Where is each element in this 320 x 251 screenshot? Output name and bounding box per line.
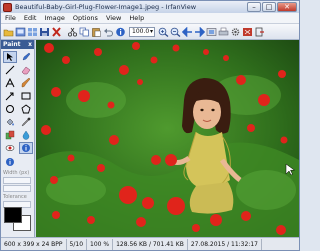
- title-bar[interactable]: Beautiful-Baby-Girl-Plug-Flower-Image1.j…: [1, 1, 299, 13]
- paint-info-icon[interactable]: [3, 156, 17, 168]
- about-icon[interactable]: [242, 26, 253, 37]
- menu-edit[interactable]: Edit: [20, 14, 41, 22]
- image-viewport[interactable]: [36, 40, 299, 237]
- brush-tool-icon[interactable]: [19, 77, 33, 89]
- status-zoom: 100 %: [87, 238, 114, 250]
- zoom-in-icon[interactable]: [158, 26, 169, 37]
- width-label: Width (px): [3, 170, 30, 176]
- polygon-tool-icon[interactable]: [19, 103, 33, 115]
- menu-image[interactable]: Image: [40, 14, 68, 22]
- menu-options[interactable]: Options: [69, 14, 102, 22]
- paint-close-icon[interactable]: x: [28, 40, 32, 49]
- tolerance-label: Tolerance: [3, 194, 27, 200]
- blur-tool-icon[interactable]: [19, 129, 33, 141]
- menu-view[interactable]: View: [102, 14, 125, 22]
- clone-tool-icon[interactable]: [3, 129, 17, 141]
- next-image-icon[interactable]: [194, 26, 205, 37]
- arrow-tool-icon[interactable]: [3, 90, 17, 102]
- info-tool-icon[interactable]: [19, 142, 33, 154]
- zoom-select[interactable]: 100.0: [129, 26, 155, 37]
- status-index: 5/10: [67, 238, 88, 250]
- status-filesize: 128.56 KB / 701.41 KB: [113, 238, 188, 250]
- text-tool-icon[interactable]: [3, 77, 17, 89]
- width-field[interactable]: [3, 177, 31, 184]
- status-datetime: 27.08.2015 / 11:32:17: [188, 238, 262, 250]
- pen-tool-icon[interactable]: [19, 51, 33, 63]
- status-dimensions: 600 x 399 x 24 BPP: [1, 238, 67, 250]
- paint-panel-header[interactable]: Paint x: [1, 40, 34, 49]
- menu-file[interactable]: File: [1, 14, 20, 22]
- undo-icon[interactable]: [103, 26, 114, 37]
- fill-tool-icon[interactable]: [3, 116, 17, 128]
- menu-help[interactable]: Help: [125, 14, 148, 22]
- red-eye-tool-icon[interactable]: [3, 142, 17, 154]
- toolbar: 100.0: [1, 24, 299, 40]
- settings-icon[interactable]: [230, 26, 241, 37]
- line-tool-icon[interactable]: [3, 64, 17, 76]
- copy-icon[interactable]: [79, 26, 90, 37]
- eraser-tool-icon[interactable]: [19, 64, 33, 76]
- foreground-color-swatch[interactable]: [4, 207, 22, 223]
- photo-baby-girl-with-flowers: [36, 40, 299, 237]
- cut-icon[interactable]: [67, 26, 78, 37]
- window-controls: – □ ✕: [247, 2, 297, 12]
- paste-icon[interactable]: [91, 26, 102, 37]
- minimize-button[interactable]: –: [247, 2, 261, 12]
- capture-icon[interactable]: [206, 26, 217, 37]
- save-icon[interactable]: [39, 26, 50, 37]
- window-title: Beautiful-Baby-Girl-Plug-Flower-Image1.j…: [15, 3, 197, 11]
- previous-image-icon[interactable]: [182, 26, 193, 37]
- slideshow-icon[interactable]: [15, 26, 26, 37]
- info-icon[interactable]: [115, 26, 126, 37]
- select-tool-icon[interactable]: [3, 51, 17, 63]
- width-slider[interactable]: [3, 185, 31, 192]
- close-button[interactable]: ✕: [277, 2, 297, 12]
- exit-icon[interactable]: [254, 26, 265, 37]
- maximize-button[interactable]: □: [262, 2, 276, 12]
- irfanview-window: Beautiful-Baby-Girl-Plug-Flower-Image1.j…: [0, 0, 300, 251]
- irfanview-app-icon: [3, 2, 12, 12]
- print-icon[interactable]: [218, 26, 229, 37]
- paint-panel: Paint x Width (px) Tolerance: [1, 40, 35, 237]
- paint-tools: [1, 49, 34, 156]
- menu-bar: File Edit Image Options View Help: [1, 13, 299, 24]
- delete-icon[interactable]: [51, 26, 62, 37]
- status-bar: 600 x 399 x 24 BPP 5/10 100 % 128.56 KB …: [1, 237, 299, 250]
- open-folder-icon[interactable]: [3, 26, 14, 37]
- circle-tool-icon[interactable]: [3, 103, 17, 115]
- zoom-out-icon[interactable]: [170, 26, 181, 37]
- thumbnails-icon[interactable]: [27, 26, 38, 37]
- color-picker-icon[interactable]: [19, 116, 33, 128]
- rectangle-tool-icon[interactable]: [19, 90, 33, 102]
- paint-panel-title: Paint: [3, 41, 21, 48]
- color-swatches: [4, 207, 32, 231]
